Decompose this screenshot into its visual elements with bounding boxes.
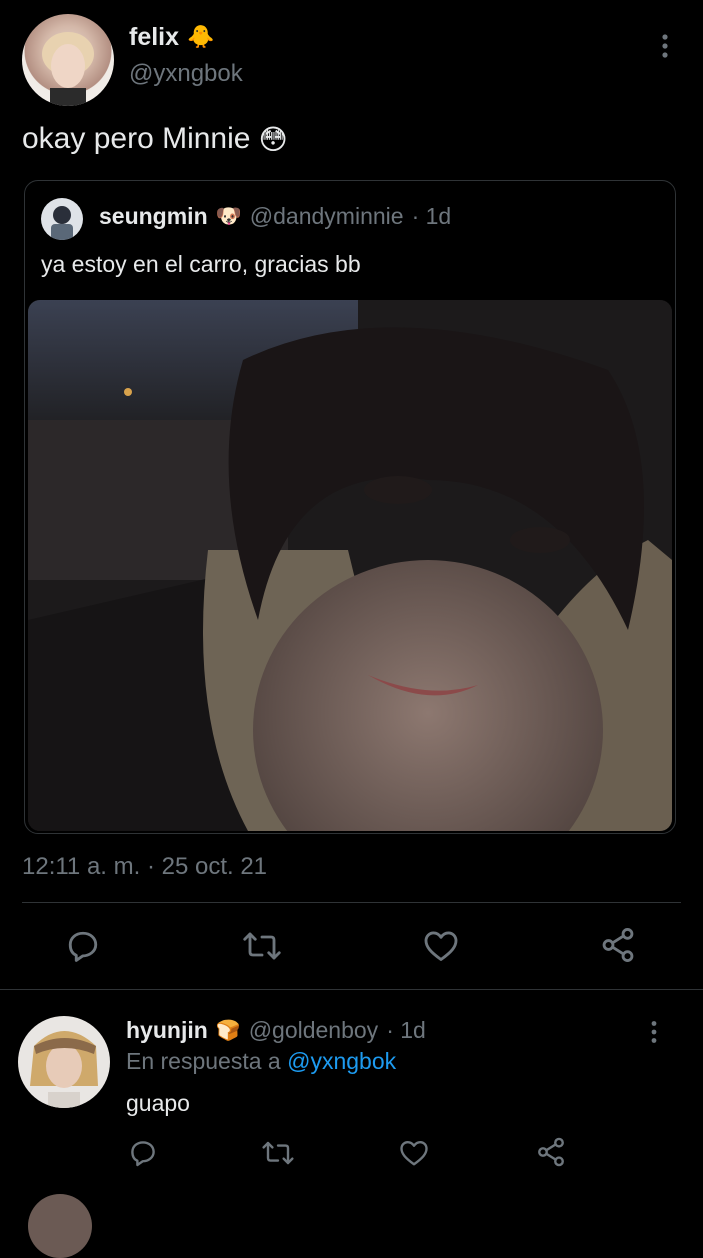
divider bbox=[22, 902, 681, 903]
reply-author-handle[interactable]: @goldenboy bbox=[249, 1017, 379, 1044]
author-name-row: felix 🐥 bbox=[129, 22, 214, 52]
reply-more-options-icon[interactable] bbox=[649, 1020, 659, 1044]
retweet-icon[interactable] bbox=[242, 928, 282, 964]
reply-icon[interactable] bbox=[128, 1138, 158, 1168]
tweet-text: okay pero Minnie bbox=[22, 122, 251, 155]
quoted-tweet-age: · 1d bbox=[411, 203, 452, 229]
avatar[interactable] bbox=[18, 1016, 110, 1108]
share-icon[interactable] bbox=[535, 1136, 567, 1168]
chick-emoji: 🐥 bbox=[187, 24, 215, 49]
like-icon[interactable] bbox=[423, 929, 459, 963]
author-name[interactable]: felix bbox=[129, 23, 179, 52]
replying-to-row: En respuesta a @yxngbok bbox=[126, 1048, 396, 1075]
reply-text: guapo bbox=[126, 1090, 190, 1116]
retweet-icon[interactable] bbox=[261, 1138, 295, 1168]
replying-to-label: En respuesta a bbox=[126, 1048, 281, 1074]
quoted-tweet-text: ya estoy en el carro, gracias bb bbox=[41, 251, 361, 277]
quoted-author-name[interactable]: seungmin bbox=[99, 203, 208, 230]
flushed-emoji: 😳 bbox=[258, 123, 288, 155]
quoted-tweet-photo[interactable] bbox=[28, 300, 672, 831]
reply-author-name[interactable]: hyunjin bbox=[126, 1017, 208, 1044]
avatar[interactable] bbox=[28, 1194, 92, 1258]
bread-emoji: 🍞 bbox=[215, 1020, 241, 1042]
quoted-tweet-card[interactable]: seungmin 🐶 @dandyminnie · 1d ya estoy en… bbox=[24, 180, 676, 834]
reply-author-row: hyunjin 🍞 @goldenboy · 1d bbox=[126, 1017, 426, 1044]
tweet-text-row: okay pero Minnie 😳 bbox=[22, 122, 288, 156]
replying-to-handle[interactable]: @yxngbok bbox=[287, 1048, 396, 1074]
reply-age: · 1d bbox=[386, 1017, 426, 1043]
divider bbox=[0, 989, 703, 990]
avatar[interactable] bbox=[22, 14, 114, 106]
author-handle[interactable]: @yxngbok bbox=[129, 60, 243, 88]
avatar[interactable] bbox=[41, 198, 83, 240]
share-icon[interactable] bbox=[599, 926, 637, 964]
tweet-timestamp[interactable]: 12:11 a. m. · 25 oct. 21 bbox=[22, 853, 267, 881]
reply-icon[interactable] bbox=[65, 928, 101, 964]
quoted-author-handle[interactable]: @dandyminnie bbox=[250, 203, 404, 230]
more-options-icon[interactable] bbox=[660, 33, 670, 59]
dog-emoji: 🐶 bbox=[215, 204, 242, 228]
quoted-author-row: seungmin 🐶 @dandyminnie · 1d bbox=[99, 203, 451, 230]
like-icon[interactable] bbox=[399, 1139, 429, 1167]
